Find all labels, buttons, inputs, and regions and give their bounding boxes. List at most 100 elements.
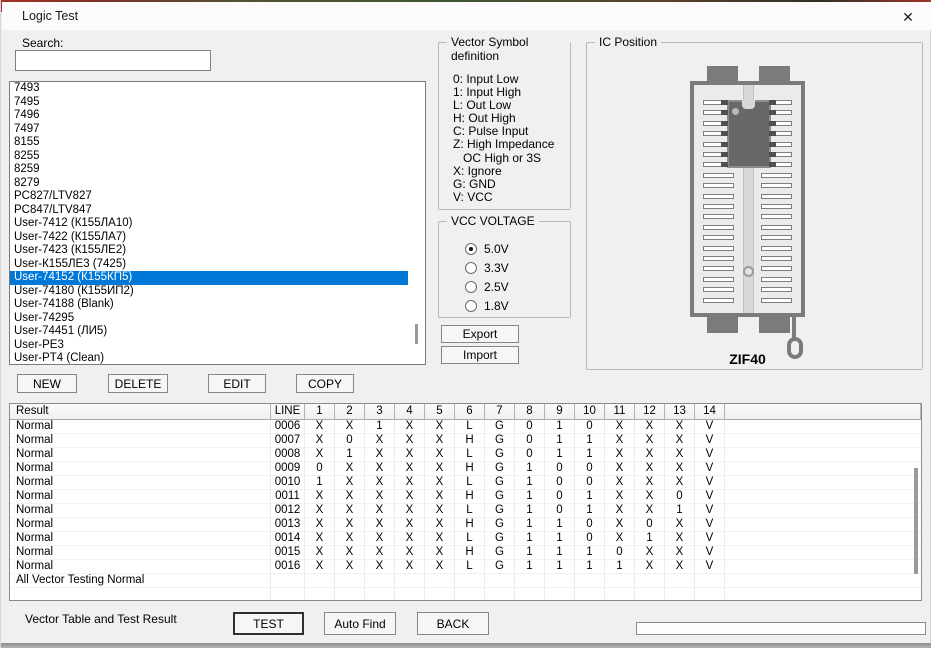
vector-table[interactable]: Result LINE 1 2 3 4 5 6 7 8 9 10 11 12 13 14 Normal 0006…: [9, 403, 922, 601]
column-header-pin[interactable]: 7: [485, 404, 515, 420]
column-header-pin[interactable]: 11: [605, 404, 635, 420]
column-header-pin[interactable]: 3: [365, 404, 395, 420]
device-list-item[interactable]: 7496: [10, 109, 408, 123]
device-list-item[interactable]: 7495: [10, 96, 408, 110]
cell-pin: [695, 574, 725, 587]
column-header-pin[interactable]: 6: [455, 404, 485, 420]
cell-pin: G: [485, 448, 515, 461]
cell-line: 0012: [271, 504, 305, 517]
device-list-item[interactable]: User-74451 (ЛИ5): [10, 325, 408, 339]
new-button[interactable]: NEW: [17, 374, 77, 393]
delete-button[interactable]: DELETE: [108, 374, 168, 393]
table-row[interactable]: Normal 0013 X X X X X H G 1 1 0 X 0 X V: [10, 518, 921, 532]
cell-pin: X: [425, 462, 455, 475]
import-button[interactable]: Import: [441, 346, 519, 364]
device-list-item[interactable]: User-74295: [10, 312, 408, 326]
cell-pin: [455, 574, 485, 587]
table-row[interactable]: Normal 0007 X 0 X X X H G 0 1 1 X X X V: [10, 434, 921, 448]
column-header-pin[interactable]: 13: [665, 404, 695, 420]
table-row[interactable]: Normal 0006 X X 1 X X L G 0 1 0 X X X V: [10, 420, 921, 434]
radio-icon: [465, 299, 477, 312]
column-header-pin[interactable]: 12: [635, 404, 665, 420]
table-row[interactable]: Normal 0012 X X X X X L G 1 0 1 X X 1 V: [10, 504, 921, 518]
cell-pin: L: [455, 504, 485, 517]
column-header-pin[interactable]: 9: [545, 404, 575, 420]
column-header-pin[interactable]: 4: [395, 404, 425, 420]
column-header-filler: [725, 404, 921, 420]
vcc-option-label: 3.3V: [484, 260, 509, 275]
device-list[interactable]: 7493 7495 7496 7497 8155 8255 8259 8279 PC827/LT…: [9, 81, 426, 365]
table-row[interactable]: [10, 588, 921, 600]
export-button[interactable]: Export: [441, 325, 519, 343]
vector-symbol-lines: 0: Input Low 1: Input High L: Out Low H: Ou…: [453, 72, 554, 204]
column-header-pin[interactable]: 2: [335, 404, 365, 420]
device-list-item[interactable]: User-74152 (К155КП5): [10, 271, 408, 285]
ic-chip-pin1-dot: [732, 108, 739, 115]
auto-find-button[interactable]: Auto Find: [324, 612, 396, 635]
cell-pin: [605, 574, 635, 587]
table-row[interactable]: Normal 0011 X X X X X H G 1 0 1 X X 0 V: [10, 490, 921, 504]
cell-result: Normal: [10, 448, 271, 461]
vcc-option[interactable]: 3.3V: [465, 260, 509, 275]
cell-pin: X: [425, 518, 455, 531]
socket-pin-slot: [703, 276, 734, 282]
vcc-option[interactable]: 2.5V: [465, 280, 509, 294]
socket-pin-slot: [761, 287, 792, 293]
cell-pin: X: [365, 448, 395, 461]
column-header-line[interactable]: LINE: [271, 404, 305, 420]
cell-pin: X: [665, 420, 695, 433]
column-header-pin[interactable]: 5: [425, 404, 455, 420]
cell-pin: X: [335, 560, 365, 573]
cell-pin: G: [485, 490, 515, 503]
device-list-scrollbar[interactable]: [415, 324, 418, 344]
device-list-item[interactable]: User-7422 (К155ЛА7): [10, 231, 408, 245]
close-icon[interactable]: ✕: [893, 6, 923, 28]
table-row[interactable]: Normal 0015 X X X X X H G 1 1 1 0 X X V: [10, 546, 921, 560]
device-list-item[interactable]: 8155: [10, 136, 408, 150]
column-header-result[interactable]: Result: [10, 404, 271, 420]
device-list-item[interactable]: PC827/LTV827: [10, 190, 408, 204]
vcc-option[interactable]: 5.0V: [465, 242, 509, 256]
cell-pin: X: [305, 434, 335, 447]
cell-line: 0013: [271, 518, 305, 531]
test-button[interactable]: TEST: [233, 612, 304, 635]
device-list-item[interactable]: User-7423 (К155ЛЕ2): [10, 244, 408, 258]
copy-button[interactable]: COPY: [296, 374, 354, 393]
column-header-pin[interactable]: 10: [575, 404, 605, 420]
edit-button[interactable]: EDIT: [208, 374, 266, 393]
cell-pin: X: [335, 476, 365, 489]
vector-symbol-line: V: VCC: [453, 189, 493, 204]
chip-pin: [721, 100, 728, 105]
vcc-option[interactable]: 1.8V: [465, 299, 509, 313]
device-list-item[interactable]: User-74188 (Blank): [10, 298, 408, 312]
table-row[interactable]: Normal 0009 0 X X X X H G 1 0 0 X X X V: [10, 462, 921, 476]
device-list-item[interactable]: User-PT4 (Clean): [10, 352, 408, 364]
table-row[interactable]: All Vector Testing Normal: [10, 574, 921, 588]
device-list-item[interactable]: 7497: [10, 123, 408, 137]
table-row[interactable]: Normal 0016 X X X X X L G 1 1 1 1 X X V: [10, 560, 921, 574]
column-header-pin[interactable]: 8: [515, 404, 545, 420]
cell-pin: 0: [545, 462, 575, 475]
table-row[interactable]: Normal 0008 X 1 X X X L G 0 1 1 X X X V: [10, 448, 921, 462]
device-list-item[interactable]: PC847/LTV847: [10, 204, 408, 218]
table-row[interactable]: Normal 0010 1 X X X X L G 1 0 0 X X X V: [10, 476, 921, 490]
device-list-item[interactable]: 8259: [10, 163, 408, 177]
cell-pin: G: [485, 560, 515, 573]
device-list-item[interactable]: User-К155ЛЕ3 (7425): [10, 258, 408, 272]
cell-line: 0014: [271, 532, 305, 545]
device-list-item[interactable]: User-PE3: [10, 339, 408, 353]
table-row[interactable]: Normal 0014 X X X X X L G 1 1 0 X 1 X V: [10, 532, 921, 546]
device-list-item[interactable]: 7493: [10, 82, 408, 96]
vector-table-scrollbar[interactable]: [914, 468, 918, 574]
column-header-pin[interactable]: 1: [305, 404, 335, 420]
device-list-item[interactable]: 8255: [10, 150, 408, 164]
column-header-pin[interactable]: 14: [695, 404, 725, 420]
socket-pin-slot: [703, 214, 734, 220]
device-list-item[interactable]: User-74180 (К155ИП2): [10, 285, 408, 299]
cell-pin: G: [485, 546, 515, 559]
search-input[interactable]: [15, 50, 211, 71]
back-button[interactable]: BACK: [417, 612, 489, 635]
device-list-item[interactable]: 8279: [10, 177, 408, 191]
cell-pin: V: [695, 434, 725, 447]
device-list-item[interactable]: User-7412 (К155ЛА10): [10, 217, 408, 231]
